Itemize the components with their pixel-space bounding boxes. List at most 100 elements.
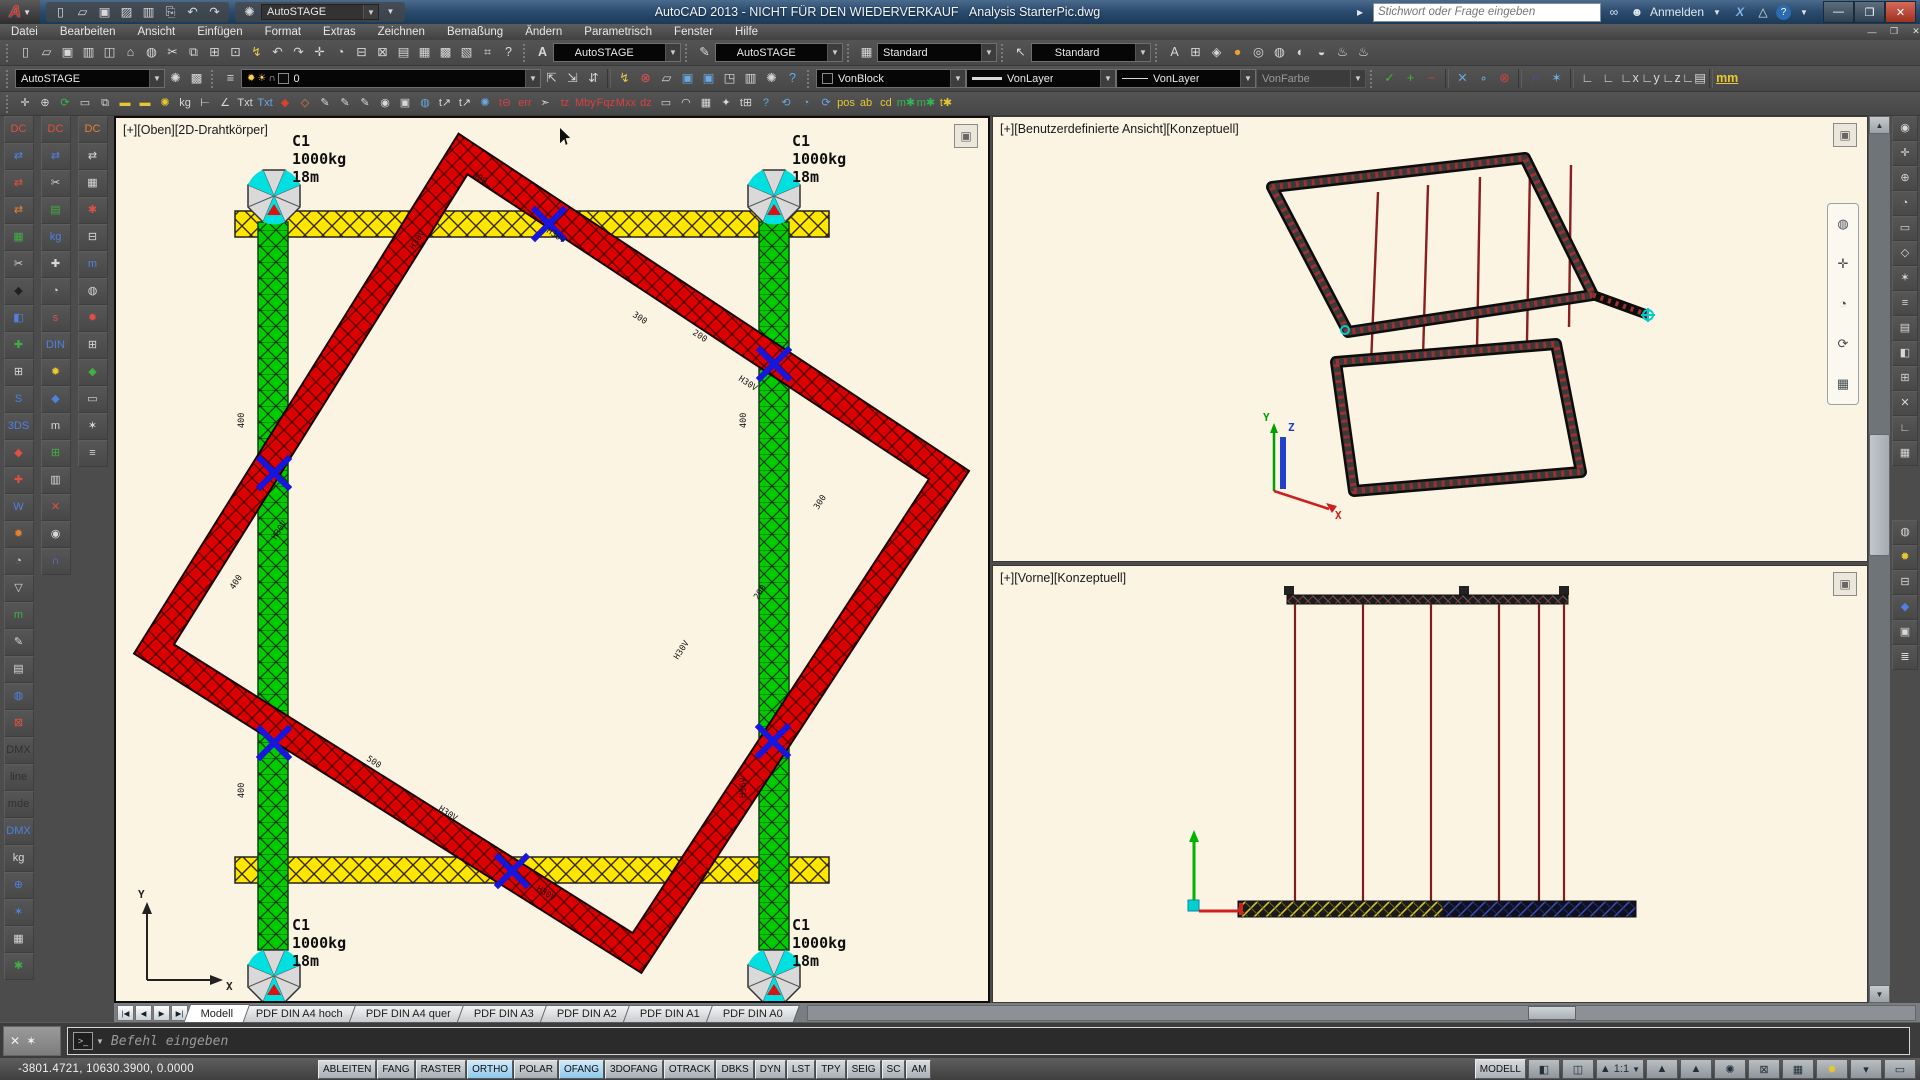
palette-icon[interactable]: ◆ bbox=[78, 359, 108, 386]
undo-icon[interactable]: ↶ bbox=[267, 42, 288, 63]
status-menu-arrow[interactable]: ▾ bbox=[1850, 1059, 1882, 1079]
viewport-control-icon[interactable]: ▣ bbox=[954, 124, 978, 148]
stage-m1-icon[interactable]: m✱ bbox=[896, 94, 916, 114]
palette-icon[interactable]: ⊞ bbox=[1892, 366, 1918, 391]
stage-tz1-icon[interactable]: t↗ bbox=[435, 94, 455, 114]
viewport-control-icon[interactable]: ▣ bbox=[1833, 572, 1857, 596]
stage-arc-icon[interactable]: ◠ bbox=[676, 94, 696, 114]
calculator-icon[interactable]: ⌗ bbox=[477, 42, 498, 63]
palette-icon[interactable]: ⊟ bbox=[1892, 570, 1918, 595]
point-style-icon[interactable]: ✕ bbox=[1452, 68, 1473, 89]
status-toggle[interactable]: SEIG bbox=[847, 1060, 881, 1079]
qat-open-icon[interactable]: ▱ bbox=[72, 3, 93, 21]
model-button[interactable]: MODELL bbox=[1475, 1059, 1526, 1079]
toolbar-lock-button[interactable]: ⊠ bbox=[1748, 1059, 1780, 1079]
status-toggle[interactable]: POLAR bbox=[514, 1060, 558, 1079]
close-button[interactable]: ✕ bbox=[1885, 1, 1916, 23]
stage-angle-icon[interactable]: ∠ bbox=[215, 94, 235, 114]
redo-icon[interactable]: ↷ bbox=[288, 42, 309, 63]
doc-restore-icon[interactable]: ❐ bbox=[1884, 25, 1904, 38]
command-close-icon[interactable]: ✕ bbox=[10, 1034, 20, 1048]
stage-dz-icon[interactable]: dz bbox=[636, 94, 656, 114]
status-toggle[interactable]: AM bbox=[906, 1060, 931, 1079]
zoom-previous-icon[interactable]: ⊠ bbox=[372, 42, 393, 63]
palette-icon[interactable]: 3DS bbox=[4, 413, 34, 440]
palette-icon[interactable]: line bbox=[4, 764, 34, 791]
toolbar-handle[interactable] bbox=[685, 44, 690, 62]
infocenter-collapse-icon[interactable]: ▸ bbox=[1350, 3, 1370, 21]
command-input[interactable]: >_ ▼ Befehl eingeben bbox=[67, 1027, 1910, 1055]
qsave-icon[interactable]: ▣ bbox=[677, 68, 698, 89]
help2-icon[interactable]: ? bbox=[782, 68, 803, 89]
palette-icon[interactable]: DMX bbox=[4, 818, 34, 845]
close-doc-icon[interactable]: ⊗ bbox=[635, 68, 656, 89]
palette-icon[interactable]: ◍ bbox=[1892, 520, 1918, 545]
palette-icon[interactable]: ▤ bbox=[1892, 316, 1918, 341]
maximize-button[interactable]: ❐ bbox=[1854, 1, 1885, 23]
plot-icon[interactable]: ▥ bbox=[78, 42, 99, 63]
palette-icon[interactable]: ▦ bbox=[1892, 441, 1918, 466]
zoom-realtime-icon[interactable]: ◔ bbox=[330, 42, 351, 63]
scrollbar-thumb[interactable] bbox=[1869, 434, 1890, 556]
menu-item[interactable]: Datei bbox=[0, 24, 49, 40]
palette-icon[interactable]: ◆ bbox=[1892, 595, 1918, 620]
palette-icon[interactable]: ▣ bbox=[1892, 620, 1918, 645]
doc-close-icon[interactable]: ✕ bbox=[1906, 25, 1920, 38]
text-style-combo[interactable]: AutoSTAGE ▼ bbox=[553, 43, 681, 62]
palette-icon[interactable]: ▦ bbox=[4, 224, 34, 251]
palette-icon[interactable]: ◍ bbox=[78, 278, 108, 305]
new-icon[interactable]: ▯ bbox=[15, 42, 36, 63]
application-menu-button[interactable]: A ▼ bbox=[0, 0, 40, 24]
palette-icon[interactable]: ✱ bbox=[78, 197, 108, 224]
dim-style-combo[interactable]: AutoSTAGE ▼ bbox=[715, 43, 843, 62]
stage-gear-icon[interactable]: ✺ bbox=[475, 94, 495, 114]
stage-eye-icon[interactable]: ◉ bbox=[375, 94, 395, 114]
palette-icon[interactable]: ✕ bbox=[1892, 391, 1918, 416]
plot-preview-icon[interactable]: ◫ bbox=[99, 42, 120, 63]
stage-pen2-icon[interactable]: ✎ bbox=[335, 94, 355, 114]
stage-tz-del-icon[interactable]: tz bbox=[555, 94, 575, 114]
status-toggle[interactable]: ABLEITEN bbox=[318, 1060, 376, 1079]
palette-icon[interactable]: kg bbox=[4, 845, 34, 872]
palette-icon[interactable]: ✶ bbox=[1892, 266, 1918, 291]
palette-icon[interactable]: ✛ bbox=[1892, 141, 1918, 166]
status-toggle[interactable]: 3DOFANG bbox=[605, 1060, 663, 1079]
palette-icon[interactable]: mde bbox=[4, 791, 34, 818]
status-toggle[interactable]: TPY bbox=[816, 1060, 845, 1079]
publish-icon[interactable]: ⌂ bbox=[120, 42, 141, 63]
palette-icon[interactable]: ✚ bbox=[4, 467, 34, 494]
clean-screen-button[interactable]: ▭ bbox=[1884, 1059, 1916, 1079]
open-icon[interactable]: ▱ bbox=[36, 42, 57, 63]
qat-menu-arrow-icon[interactable]: ▼ bbox=[380, 3, 401, 21]
status-toggle[interactable]: ORTHO bbox=[467, 1060, 513, 1079]
stage-rect-icon[interactable]: ▭ bbox=[75, 94, 95, 114]
stage-help-icon[interactable]: ? bbox=[756, 94, 776, 114]
autostage-palette-icon[interactable]: ▩ bbox=[186, 68, 207, 89]
stage-tz2-icon[interactable]: t↗ bbox=[455, 94, 475, 114]
palette-icon[interactable]: ▦ bbox=[4, 926, 34, 953]
status-toggle[interactable]: FANG bbox=[377, 1060, 414, 1079]
tab-next-button[interactable]: ▶ bbox=[153, 1005, 170, 1021]
viewport-icon[interactable]: ⊞ bbox=[1185, 42, 1206, 63]
stage-cd-icon[interactable]: cd bbox=[876, 94, 896, 114]
stage-ruler1-icon[interactable]: ▬ bbox=[115, 94, 135, 114]
etransmit-icon[interactable]: ↯ bbox=[614, 68, 635, 89]
layout-tab[interactable]: PDF DIN A4 quer bbox=[349, 1005, 468, 1022]
paste-icon[interactable]: ⊞ bbox=[204, 42, 225, 63]
status-toggle[interactable]: OFANG bbox=[559, 1060, 604, 1079]
command-history-arrow-icon[interactable]: ▼ bbox=[96, 1037, 104, 1046]
signin-arrow-icon[interactable]: ▼ bbox=[1707, 3, 1727, 21]
stage-err-icon[interactable]: err bbox=[515, 94, 535, 114]
signin-button[interactable]: Anmelden bbox=[1650, 5, 1704, 19]
search-input[interactable] bbox=[1373, 3, 1601, 22]
add-objects-icon[interactable]: + bbox=[1400, 68, 1421, 89]
zoom-window-icon[interactable]: ⊟ bbox=[351, 42, 372, 63]
palette-icon[interactable]: DC bbox=[4, 116, 34, 143]
autostage-settings-icon[interactable]: ✺ bbox=[165, 68, 186, 89]
palette-icon[interactable]: m bbox=[78, 251, 108, 278]
stage-fqz-icon[interactable]: Fqz bbox=[596, 94, 616, 114]
stage-zoom-icon[interactable]: ⊕ bbox=[35, 94, 55, 114]
tab-prev-button[interactable]: ◀ bbox=[135, 1005, 152, 1021]
palette-icon[interactable]: ◔ bbox=[1892, 191, 1918, 216]
palette-icon[interactable]: m bbox=[4, 602, 34, 629]
